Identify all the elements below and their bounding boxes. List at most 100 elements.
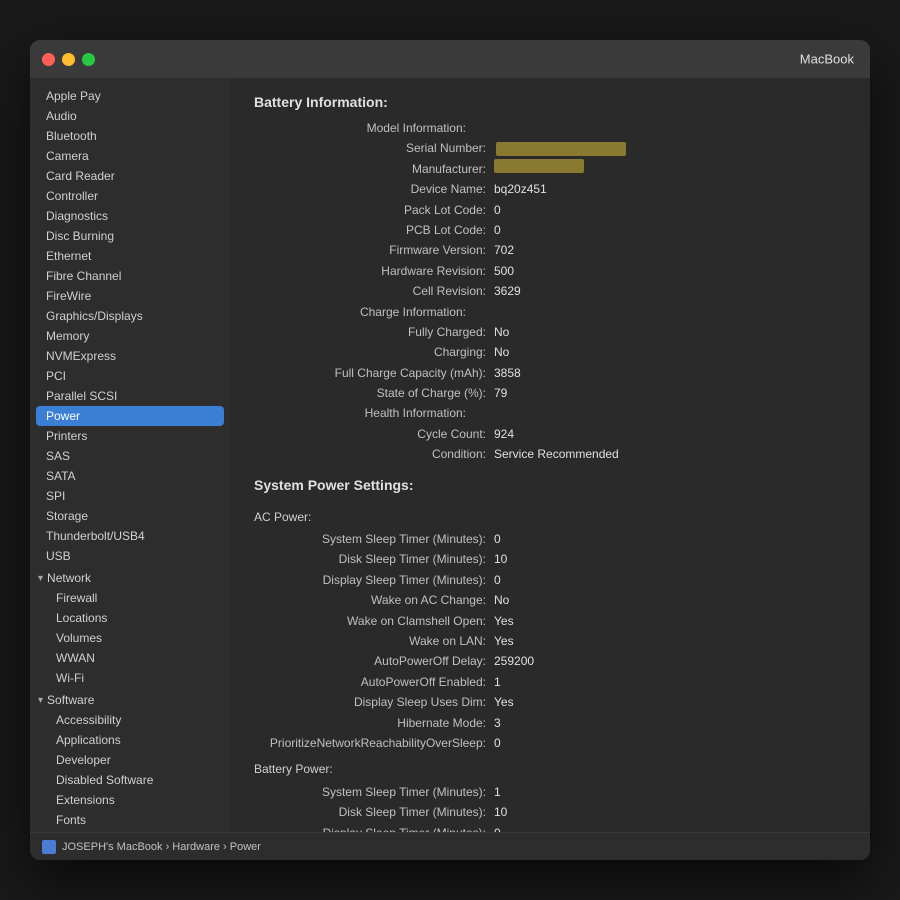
sidebar-item-camera[interactable]: Camera	[30, 146, 230, 166]
state-charge-row: State of Charge (%): 79	[254, 383, 846, 403]
sidebar-item-bluetooth[interactable]: Bluetooth	[30, 126, 230, 146]
hibernate-row: Hibernate Mode: 3	[254, 713, 846, 733]
sidebar-item-parallel-scsi[interactable]: Parallel SCSI	[30, 386, 230, 406]
full-charge-label: Full Charge Capacity (mAh):	[254, 363, 494, 383]
firmware-label: Firmware Version:	[254, 240, 494, 260]
cell-rev-label: Cell Revision:	[254, 281, 494, 301]
sidebar-item-fonts[interactable]: Fonts	[30, 810, 230, 830]
sidebar-item-volumes[interactable]: Volumes	[30, 628, 230, 648]
maximize-button[interactable]	[82, 53, 95, 66]
display-sleep-dim-label: Display Sleep Uses Dim:	[254, 692, 494, 712]
hibernate-value: 3	[494, 713, 501, 733]
autopoweroff-enabled-row: AutoPowerOff Enabled: 1	[254, 672, 846, 692]
sidebar-item-pci[interactable]: PCI	[30, 366, 230, 386]
sidebar-item-disabled-software[interactable]: Disabled Software	[30, 770, 230, 790]
sidebar-item-usb[interactable]: USB	[30, 546, 230, 566]
sidebar-item-memory[interactable]: Memory	[30, 326, 230, 346]
sidebar-item-accessibility[interactable]: Accessibility	[30, 710, 230, 730]
cycle-count-row: Cycle Count: 924	[254, 424, 846, 444]
pack-lot-value: 0	[494, 200, 501, 220]
firmware-row: Firmware Version: 702	[254, 240, 846, 260]
bat-sys-sleep-value: 1	[494, 782, 501, 802]
sidebar-item-disc-burning[interactable]: Disc Burning	[30, 226, 230, 246]
serial-number-label: Serial Number:	[254, 138, 494, 158]
display-sleep-label: Display Sleep Timer (Minutes):	[254, 570, 494, 590]
pcb-lot-row: PCB Lot Code: 0	[254, 220, 846, 240]
sidebar-item-extensions[interactable]: Extensions	[30, 790, 230, 810]
pack-lot-label: Pack Lot Code:	[254, 200, 494, 220]
prioritize-label: PrioritizeNetworkReachabilityOverSleep:	[254, 733, 494, 753]
ac-power-label: AC Power:	[254, 507, 846, 527]
redacted-serial	[496, 142, 626, 156]
wake-lan-label: Wake on LAN:	[254, 631, 494, 651]
sidebar-item-wwan[interactable]: WWAN	[30, 648, 230, 668]
sidebar-item-firewire[interactable]: FireWire	[30, 286, 230, 306]
sidebar-item-thunderbolt-usb4[interactable]: Thunderbolt/USB4	[30, 526, 230, 546]
device-name-label: Device Name:	[254, 179, 494, 199]
disk-sleep-value: 10	[494, 549, 507, 569]
sidebar-item-spi[interactable]: SPI	[30, 486, 230, 506]
model-info-label: Model Information:	[254, 118, 474, 138]
sidebar-group-software[interactable]: ▾ Software	[30, 688, 230, 710]
sidebar-item-power[interactable]: Power	[36, 406, 224, 426]
state-charge-value: 79	[494, 383, 507, 403]
state-charge-label: State of Charge (%):	[254, 383, 494, 403]
sidebar-item-graphics-displays[interactable]: Graphics/Displays	[30, 306, 230, 326]
wake-lan-value: Yes	[494, 631, 514, 651]
bat-disk-sleep-value: 10	[494, 802, 507, 822]
charging-label: Charging:	[254, 342, 494, 362]
battery-power-label: Battery Power:	[254, 759, 846, 779]
battery-info-title: Battery Information:	[254, 94, 846, 110]
display-sleep-value: 0	[494, 570, 501, 590]
condition-row: Condition: Service Recommended	[254, 444, 846, 464]
device-name-row: Device Name: bq20z451	[254, 179, 846, 199]
title-bar: MacBook	[30, 40, 870, 78]
fully-charged-row: Fully Charged: No	[254, 322, 846, 342]
prioritize-row: PrioritizeNetworkReachabilityOverSleep: …	[254, 733, 846, 753]
pcb-lot-value: 0	[494, 220, 501, 240]
sidebar-group-network[interactable]: ▾ Network	[30, 566, 230, 588]
sidebar-item-controller[interactable]: Controller	[30, 186, 230, 206]
bottom-bar: JOSEPH's MacBook › Hardware › Power	[30, 832, 870, 860]
hardware-rev-value: 500	[494, 261, 514, 281]
sidebar-item-nvmexpress[interactable]: NVMExpress	[30, 346, 230, 366]
sidebar-item-developer[interactable]: Developer	[30, 750, 230, 770]
redacted-manufacturer	[494, 159, 584, 173]
wake-clamshell-label: Wake on Clamshell Open:	[254, 611, 494, 631]
sidebar-item-applications[interactable]: Applications	[30, 730, 230, 750]
autopoweroff-delay-label: AutoPowerOff Delay:	[254, 651, 494, 671]
sidebar: Apple Pay Audio Bluetooth Camera Card Re…	[30, 78, 230, 832]
sidebar-item-apple-pay[interactable]: Apple Pay	[30, 86, 230, 106]
close-button[interactable]	[42, 53, 55, 66]
sidebar-item-ethernet[interactable]: Ethernet	[30, 246, 230, 266]
sidebar-item-audio[interactable]: Audio	[30, 106, 230, 126]
chevron-down-icon: ▾	[38, 573, 43, 584]
sys-sleep-label: System Sleep Timer (Minutes):	[254, 529, 494, 549]
sidebar-item-storage[interactable]: Storage	[30, 506, 230, 526]
sidebar-item-printers[interactable]: Printers	[30, 426, 230, 446]
bat-sys-sleep-label: System Sleep Timer (Minutes):	[254, 782, 494, 802]
minimize-button[interactable]	[62, 53, 75, 66]
sidebar-item-firewall[interactable]: Firewall	[30, 588, 230, 608]
sidebar-item-wifi[interactable]: Wi-Fi	[30, 668, 230, 688]
charge-info-row: Charge Information:	[254, 302, 846, 322]
sidebar-item-sas[interactable]: SAS	[30, 446, 230, 466]
window-title: MacBook	[800, 52, 854, 67]
manufacturer-row: Manufacturer:	[254, 159, 846, 179]
chevron-down-icon-2: ▾	[38, 695, 43, 706]
full-charge-value: 3858	[494, 363, 521, 383]
sidebar-item-locations[interactable]: Locations	[30, 608, 230, 628]
sidebar-item-fibre-channel[interactable]: Fibre Channel	[30, 266, 230, 286]
bat-display-sleep-label: Display Sleep Timer (Minutes):	[254, 823, 494, 833]
full-charge-row: Full Charge Capacity (mAh): 3858	[254, 363, 846, 383]
sidebar-item-sata[interactable]: SATA	[30, 466, 230, 486]
sidebar-item-card-reader[interactable]: Card Reader	[30, 166, 230, 186]
model-info-row: Model Information:	[254, 118, 846, 138]
bat-sys-sleep-row: System Sleep Timer (Minutes): 1	[254, 782, 846, 802]
mac-window: MacBook Apple Pay Audio Bluetooth Camera…	[30, 40, 870, 860]
cell-rev-value: 3629	[494, 281, 521, 301]
sidebar-item-diagnostics[interactable]: Diagnostics	[30, 206, 230, 226]
autopoweroff-delay-row: AutoPowerOff Delay: 259200	[254, 651, 846, 671]
charging-row: Charging: No	[254, 342, 846, 362]
wake-clamshell-value: Yes	[494, 611, 514, 631]
